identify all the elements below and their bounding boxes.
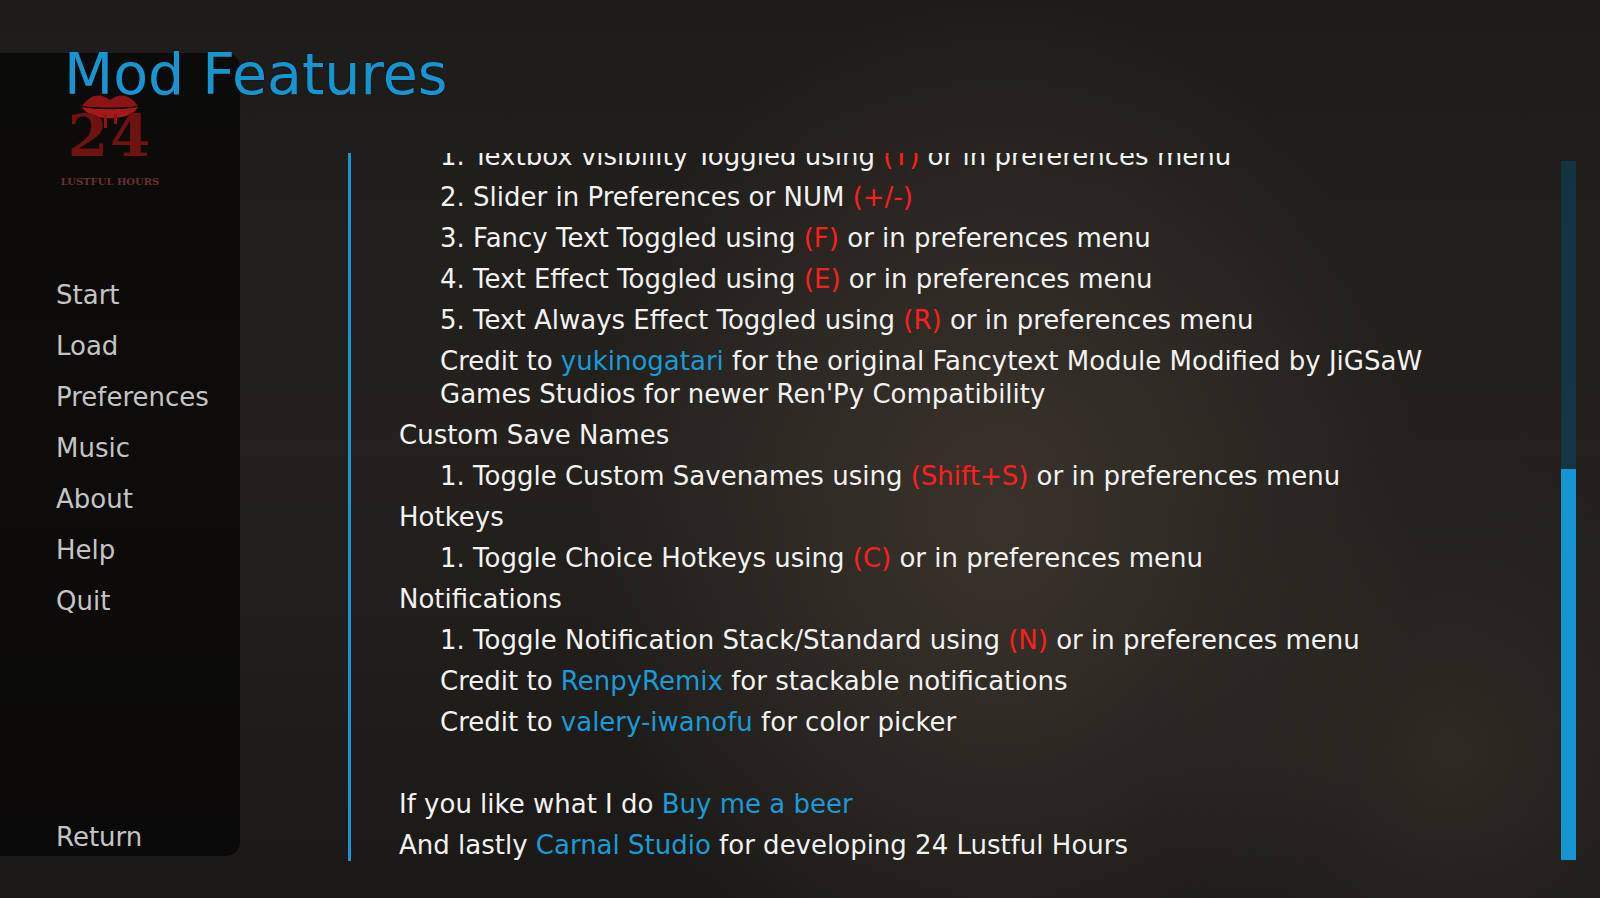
hotkey-label: (Shift+S)	[911, 461, 1029, 491]
feature-line: 1. Toggle Notification Stack/Standard us…	[399, 624, 1444, 657]
section-heading: If you like what I do Buy me a beer	[399, 788, 1444, 821]
text-segment: Credit to	[440, 346, 561, 376]
main-menu: StartLoadPreferencesMusicAboutHelpQuit	[0, 270, 240, 627]
credit-link[interactable]: yukinogatari	[561, 346, 724, 376]
feature-line: 1. Toggle Custom Savenames using (Shift+…	[399, 460, 1444, 493]
text-segment: 2. Slider in Preferences or NUM	[440, 182, 853, 212]
return-button[interactable]: Return	[0, 820, 240, 854]
text-segment: or in preferences menu	[919, 153, 1231, 171]
menu-item[interactable]: Help	[0, 525, 240, 576]
text-segment: 1. Toggle Notification Stack/Standard us…	[440, 625, 1008, 655]
features-list: 1. Textbox visibility Toggled using (T) …	[399, 153, 1444, 861]
text-segment: 1. Toggle Choice Hotkeys using	[440, 543, 853, 573]
text-segment: for developing 24 Lustful Hours	[711, 830, 1128, 860]
text-segment: Credit to	[440, 666, 561, 696]
screen-title: Mod Features	[64, 34, 447, 114]
menu-item[interactable]: Start	[0, 270, 240, 321]
credit-link[interactable]: valery-iwanofu	[561, 707, 753, 737]
text-segment: Hotkeys	[399, 502, 504, 532]
text-segment: Credit to	[440, 707, 561, 737]
section-heading: Custom Save Names	[399, 419, 1444, 452]
credit-link[interactable]: Buy me a beer	[662, 789, 853, 819]
text-segment: 1. Toggle Custom Savenames using	[440, 461, 911, 491]
section-heading: Hotkeys	[399, 501, 1444, 534]
spacer-line	[399, 747, 1444, 780]
text-segment: 5. Text Always Effect Toggled using	[440, 305, 903, 335]
feature-line: Credit to yukinogatari for the original …	[399, 345, 1444, 411]
credit-link[interactable]: Carnal Studio	[536, 830, 711, 860]
hotkey-label: (R)	[903, 305, 941, 335]
hotkey-label: (N)	[1008, 625, 1048, 655]
text-segment: or in preferences menu	[942, 305, 1254, 335]
text-segment: or in preferences menu	[1028, 461, 1340, 491]
section-heading: Notifications	[399, 583, 1444, 616]
menu-item[interactable]: Preferences	[0, 372, 240, 423]
hotkey-label: (E)	[804, 264, 841, 294]
content-area: 1. Textbox visibility Toggled using (T) …	[240, 0, 1600, 898]
text-segment: or in preferences menu	[839, 223, 1151, 253]
feature-line: Credit to valery-iwanofu for color picke…	[399, 706, 1444, 739]
text-segment: for stackable notifications	[723, 666, 1068, 696]
menu-item[interactable]: About	[0, 474, 240, 525]
text-segment: 1. Textbox visibility Toggled using	[440, 153, 883, 171]
text-segment: 3. Fancy Text Toggled using	[440, 223, 804, 253]
logo-text: LUSTFUL HOURS	[61, 176, 160, 187]
text-segment: If you like what I do	[399, 789, 662, 819]
menu-item[interactable]: Music	[0, 423, 240, 474]
credit-link[interactable]: RenpyRemix	[561, 666, 723, 696]
feature-line: Credit to RenpyRemix for stackable notif…	[399, 665, 1444, 698]
scrollbar-thumb[interactable]	[1561, 469, 1576, 860]
menu-item[interactable]: Load	[0, 321, 240, 372]
menu-item[interactable]: Quit	[0, 576, 240, 627]
screen-layout: 24 LUSTFUL HOURS StartLoadPreferencesMusic…	[0, 0, 1600, 898]
text-segment: or in preferences menu	[891, 543, 1203, 573]
section-heading: And lastly Carnal Studio for developing …	[399, 829, 1444, 861]
feature-line: 2. Slider in Preferences or NUM (+/-)	[399, 181, 1444, 214]
hotkey-label: (+/-)	[853, 182, 913, 212]
text-segment: for color picker	[753, 707, 956, 737]
text-segment: 4. Text Effect Toggled using	[440, 264, 804, 294]
scrollbar-track[interactable]	[1561, 161, 1576, 860]
menu-panel: 24 LUSTFUL HOURS StartLoadPreferencesMusic…	[0, 53, 240, 856]
text-segment: or in preferences menu	[841, 264, 1153, 294]
feature-line: 1. Textbox visibility Toggled using (T) …	[399, 153, 1444, 173]
feature-line: 5. Text Always Effect Toggled using (R) …	[399, 304, 1444, 337]
hotkey-label: (C)	[853, 543, 891, 573]
feature-line: 1. Toggle Choice Hotkeys using (C) or in…	[399, 542, 1444, 575]
left-column: 24 LUSTFUL HOURS StartLoadPreferencesMusic…	[0, 0, 240, 898]
hotkey-label: (T)	[883, 153, 919, 171]
feature-line: 4. Text Effect Toggled using (E) or in p…	[399, 263, 1444, 296]
text-segment: Custom Save Names	[399, 420, 669, 450]
text-segment: Notifications	[399, 584, 562, 614]
logo-number: 24	[68, 106, 153, 166]
features-viewport: 1. Textbox visibility Toggled using (T) …	[348, 153, 1547, 861]
text-segment: or in preferences menu	[1048, 625, 1360, 655]
text-segment: And lastly	[399, 830, 536, 860]
hotkey-label: (F)	[804, 223, 839, 253]
feature-line: 3. Fancy Text Toggled using (F) or in pr…	[399, 222, 1444, 255]
